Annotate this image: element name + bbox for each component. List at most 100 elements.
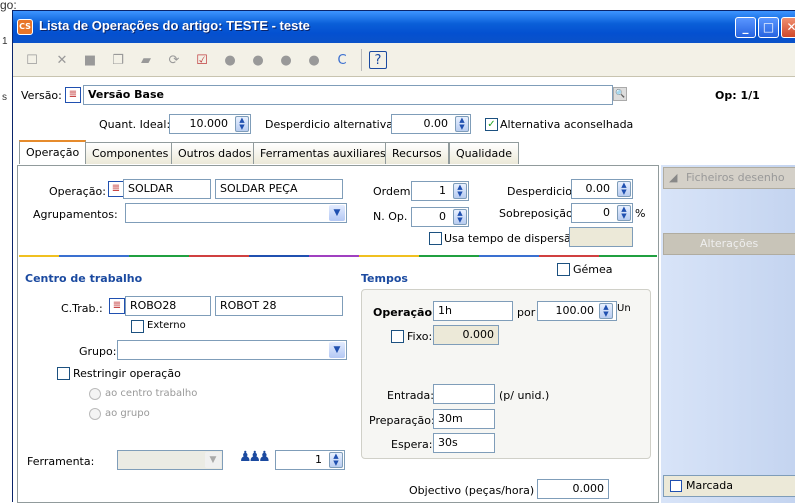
title-bar[interactable]: CS Lista de Operações do artigo: TESTE -… bbox=[13, 11, 795, 43]
sobreposicao-label: Sobreposição: bbox=[499, 207, 577, 220]
folder-icon: ◢ bbox=[669, 171, 678, 184]
versao-label: Versão: bbox=[21, 89, 62, 102]
tab-componentes[interactable]: Componentes bbox=[85, 142, 176, 164]
ficheiros-desenho-label: Ficheiros desenho bbox=[686, 171, 785, 184]
operacao-desc-field[interactable]: SOLDAR PEÇA bbox=[215, 179, 343, 199]
checklist-icon[interactable]: ☑ bbox=[193, 51, 211, 69]
externo-label: Externo bbox=[147, 320, 186, 331]
form-area: Versão: ≣ Versão Base 🔍 Op: 1/1 Quant. I… bbox=[13, 77, 795, 503]
marcada-label: Marcada bbox=[686, 479, 734, 492]
maximize-icon[interactable]: □ bbox=[758, 17, 779, 38]
operacao-code-field[interactable]: SOLDAR bbox=[123, 179, 211, 199]
preparacao-field[interactable]: 30m bbox=[433, 409, 495, 429]
help-icon[interactable]: ? bbox=[369, 51, 387, 69]
agrupamentos-label: Agrupamentos: bbox=[33, 208, 118, 221]
tempo-operacao-label: Operação: bbox=[373, 306, 437, 319]
delete-icon[interactable]: ✕ bbox=[53, 51, 71, 69]
toolbar: ☐ ✕ ■ ❐ ▰ ⟳ ☑ ● ● ● ● C ? bbox=[13, 43, 795, 77]
ferramenta-select[interactable]: ▼ bbox=[117, 450, 223, 470]
objectivo-field[interactable]: 0.000 bbox=[537, 479, 609, 499]
marcada-toggle[interactable]: Marcada bbox=[663, 475, 795, 497]
fixo-checkbox[interactable] bbox=[391, 330, 404, 343]
fixo-field[interactable]: 0.000 bbox=[433, 325, 499, 345]
entrada-field[interactable] bbox=[433, 384, 495, 404]
por-label: por bbox=[517, 306, 536, 319]
sobreposicao-spinner[interactable]: ▲ ▼ bbox=[617, 205, 631, 221]
previous-record-icon[interactable]: ● bbox=[249, 51, 267, 69]
desperdicio-spinner[interactable]: ▲ ▼ bbox=[617, 181, 631, 197]
copy-icon[interactable]: ❐ bbox=[109, 51, 127, 69]
restringir-label: Restringir operação bbox=[73, 367, 181, 380]
versao-field[interactable]: Versão Base bbox=[83, 85, 613, 105]
list-lookup-icon[interactable]: ≣ bbox=[108, 181, 124, 197]
chevron-down-icon: ▼ bbox=[329, 205, 345, 221]
new-document-icon[interactable]: ☐ bbox=[23, 51, 41, 69]
list-lookup-icon[interactable]: ≣ bbox=[65, 87, 81, 103]
tab-outros-dados[interactable]: Outros dados bbox=[171, 142, 259, 164]
espera-field[interactable]: 30s bbox=[433, 433, 495, 453]
radio-centro-trabalho[interactable] bbox=[89, 388, 101, 400]
tab-operacao[interactable]: Operação bbox=[19, 140, 87, 164]
marcada-checkbox[interactable] bbox=[670, 480, 682, 492]
restringir-checkbox[interactable] bbox=[57, 367, 70, 380]
first-record-icon[interactable]: ● bbox=[221, 51, 239, 69]
radio-centro-trabalho-label: ao centro trabalho bbox=[105, 388, 198, 399]
search-icon[interactable]: 🔍 bbox=[613, 87, 627, 101]
alternativa-checkbox[interactable]: ✓ bbox=[485, 118, 498, 131]
gemea-checkbox[interactable] bbox=[557, 263, 570, 276]
quant-ideal-label: Quant. Ideal: bbox=[99, 118, 171, 131]
op-counter: Op: 1/1 bbox=[715, 89, 760, 102]
ctrab-code-field[interactable]: ROBO28 bbox=[125, 296, 211, 316]
list-lookup-icon[interactable]: ≣ bbox=[109, 298, 125, 314]
last-record-icon[interactable]: ● bbox=[305, 51, 323, 69]
desperdicio-label: Desperdicio: bbox=[507, 185, 576, 198]
chevron-down-icon: ▼ bbox=[329, 342, 345, 358]
objectivo-label: Objectivo (peças/hora) bbox=[409, 484, 535, 497]
operacao-label: Operação: bbox=[49, 185, 106, 198]
grupo-label: Grupo: bbox=[79, 345, 117, 358]
usa-tempo-label: Usa tempo de dispersão: bbox=[444, 232, 582, 245]
tempos-heading: Tempos bbox=[361, 272, 408, 285]
close-icon[interactable]: ✕ bbox=[781, 17, 795, 38]
ctrab-label: C.Trab.: bbox=[61, 302, 103, 315]
people-icon: ♟♟♟ bbox=[239, 449, 271, 465]
tempo-operacao-field[interactable]: 1h bbox=[433, 301, 513, 321]
desperdicio-alt-spinner[interactable]: ▲ ▼ bbox=[455, 116, 469, 132]
nop-spinner[interactable]: ▲ ▼ bbox=[453, 209, 467, 225]
por-spinner[interactable]: ▲ ▼ bbox=[599, 303, 613, 319]
refresh-icon[interactable]: ⟳ bbox=[165, 51, 183, 69]
background-text-fragment: s bbox=[2, 92, 7, 103]
espera-label: Espera: bbox=[391, 438, 433, 451]
ficheiros-desenho-button[interactable]: ◢ Ficheiros desenho bbox=[663, 167, 795, 189]
next-record-icon[interactable]: ● bbox=[277, 51, 295, 69]
externo-checkbox[interactable] bbox=[131, 320, 144, 333]
quant-ideal-spinner[interactable]: ▲ ▼ bbox=[235, 116, 249, 132]
ctrab-desc-field[interactable]: ROBOT 28 bbox=[215, 296, 343, 316]
ferramenta-qty-spinner[interactable]: ▲ ▼ bbox=[329, 452, 343, 468]
dispersao-field[interactable] bbox=[569, 227, 633, 247]
tab-qualidade[interactable]: Qualidade bbox=[449, 142, 519, 164]
alternativa-label: Alternativa aconselhada bbox=[500, 118, 634, 131]
window-title: Lista de Operações do artigo: TESTE - te… bbox=[39, 18, 310, 33]
minimize-icon[interactable]: _ bbox=[735, 17, 756, 38]
usa-tempo-checkbox[interactable] bbox=[429, 232, 442, 245]
fixo-label: Fixo: bbox=[407, 330, 433, 343]
alteracoes-button[interactable]: Alterações bbox=[663, 233, 795, 255]
centro-trabalho-heading: Centro de trabalho bbox=[25, 272, 143, 285]
ordem-label: Ordem: bbox=[373, 185, 415, 198]
nop-label: N. Op. bbox=[373, 210, 408, 223]
agrupamentos-select[interactable]: ▼ bbox=[125, 203, 347, 223]
tab-ferramentas-auxiliares[interactable]: Ferramentas auxiliares bbox=[253, 142, 393, 164]
side-panel: ◢ Ficheiros desenho Alterações Marcada bbox=[661, 165, 795, 503]
radio-grupo[interactable] bbox=[89, 408, 101, 420]
save-icon[interactable]: ■ bbox=[81, 51, 99, 69]
tab-recursos[interactable]: Recursos bbox=[385, 142, 449, 164]
percent-label: % bbox=[635, 207, 646, 220]
open-folder-icon[interactable]: ▰ bbox=[137, 51, 155, 69]
undo-icon[interactable]: C bbox=[333, 51, 351, 69]
ferramenta-label: Ferramenta: bbox=[27, 455, 95, 468]
radio-grupo-label: ao grupo bbox=[105, 408, 150, 419]
grupo-select[interactable]: ▼ bbox=[117, 340, 347, 360]
ordem-spinner[interactable]: ▲ ▼ bbox=[453, 183, 467, 199]
alteracoes-label: Alterações bbox=[700, 237, 759, 250]
